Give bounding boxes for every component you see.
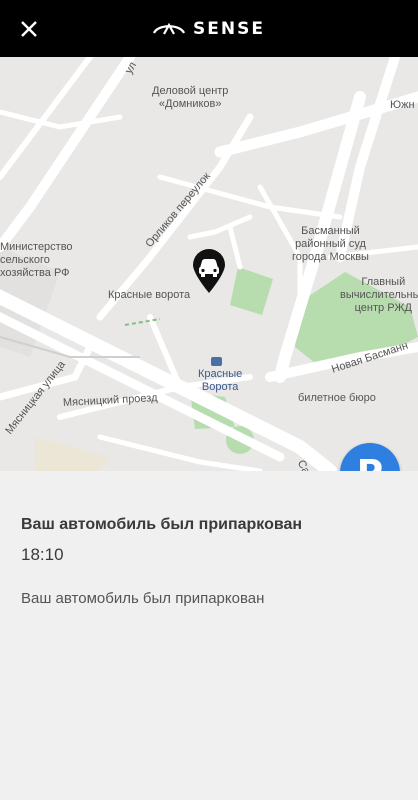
infiniti-logo-icon	[153, 22, 186, 35]
car-location-marker[interactable]	[191, 248, 227, 294]
car-marker-icon[interactable]	[191, 248, 227, 294]
map-label-rzd: Главный вычислительный центр РЖД	[340, 276, 418, 314]
map-label-yuzh: Южн	[390, 99, 415, 111]
map-label-metro-station: Красные Ворота	[198, 368, 243, 393]
parking-title: Ваш автомобиль был припаркован	[21, 516, 303, 533]
parking-description: Ваш автомобиль был припаркован	[21, 590, 265, 607]
metro-icon	[211, 357, 222, 366]
map-label-ministry: Министерство сельского хозяйства РФ	[0, 241, 73, 279]
map-label-krasnye-vorota: Красные ворота	[108, 289, 191, 301]
parking-time: 18:10	[21, 545, 64, 564]
top-bar: SENSE	[0, 0, 418, 57]
map-label-ticket-office: билетное бюро	[298, 392, 376, 404]
brand-name: SENSE	[193, 18, 265, 39]
map-label-delovoy-center: Деловой центр «Домников»	[152, 85, 229, 110]
brand: SENSE	[0, 0, 418, 57]
map[interactable]: Деловой центр «Домников» Министерство сель…	[0, 57, 418, 471]
map-label-basmanny-court: Басманный районный суд города Москвы	[292, 225, 369, 263]
parking-info-panel: Ваш автомобиль был припаркован 18:10 Ваш…	[0, 471, 418, 800]
